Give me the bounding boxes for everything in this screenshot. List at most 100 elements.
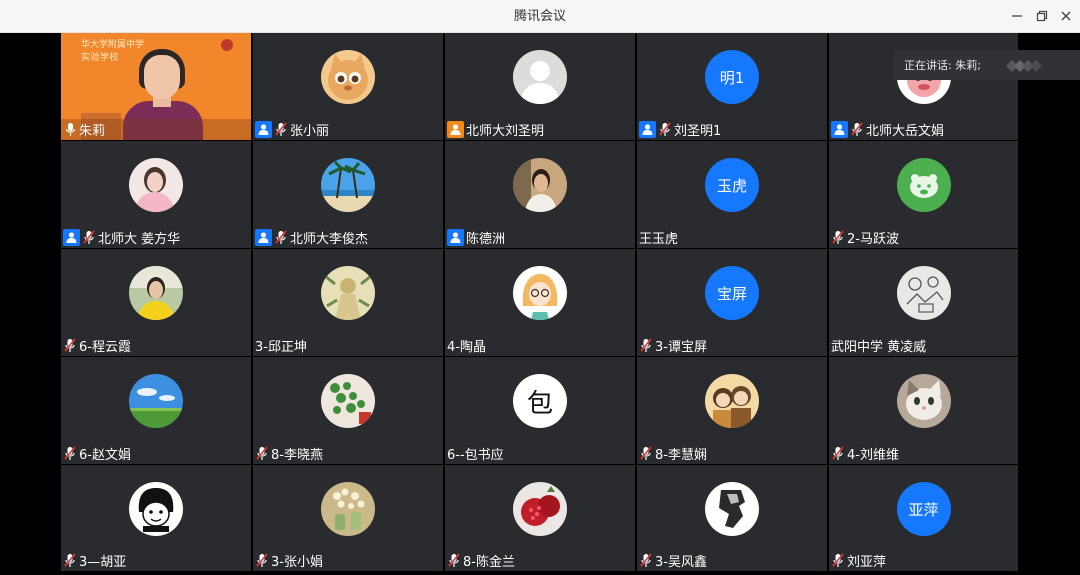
participant-name-bar: 陈德洲 xyxy=(445,227,635,248)
participant-name-bar: 2-马跃波 xyxy=(829,227,1018,248)
window-title: 腾讯会议 xyxy=(513,9,566,24)
participant-avatar xyxy=(513,158,567,212)
participant-tile[interactable]: 6-程云霞 xyxy=(61,249,251,356)
microphone-muted-icon xyxy=(639,446,653,462)
speaking-indicator: 正在讲话: 朱莉; xyxy=(894,50,1080,80)
participant-tile[interactable]: 张小丽 xyxy=(253,33,443,140)
participant-avatar xyxy=(129,266,183,320)
participant-tile[interactable]: 3—胡亚 xyxy=(61,465,251,571)
participant-name-bar: 8-李晓燕 xyxy=(253,443,443,464)
participant-tile[interactable]: 3-吴风鑫 xyxy=(637,465,827,571)
participant-name: 6-程云霞 xyxy=(79,340,131,355)
participant-tile[interactable]: 2-马跃波 xyxy=(829,141,1018,248)
participant-name: 3—胡亚 xyxy=(79,555,127,570)
title-bar: 腾讯会议 xyxy=(0,0,1080,33)
user-role-icon xyxy=(447,229,464,246)
participant-name: 王玉虎 xyxy=(639,232,679,247)
participant-tile[interactable]: 8-李慧娴 xyxy=(637,357,827,464)
close-icon[interactable] xyxy=(1055,6,1077,26)
participant-tile[interactable]: 明1 刘圣明1 xyxy=(637,33,827,140)
microphone-muted-icon xyxy=(63,446,77,462)
participant-name-bar: 4-刘维维 xyxy=(829,443,1018,464)
participant-name-bar: 刘亚萍 xyxy=(829,550,1018,571)
participant-avatar: 明1 xyxy=(705,50,759,104)
participant-tile[interactable]: 玉虎王玉虎 xyxy=(637,141,827,248)
minimize-icon[interactable] xyxy=(1006,6,1028,26)
user-role-icon xyxy=(63,229,80,246)
participant-avatar xyxy=(896,158,951,212)
microphone-muted-icon xyxy=(274,230,288,246)
participant-tile[interactable]: 包 6--包书应 xyxy=(445,357,635,464)
participant-name-bar: 8-李慧娴 xyxy=(637,443,827,464)
participant-name-bar: 3-邱正坤 xyxy=(253,335,443,356)
microphone-muted-icon xyxy=(255,446,269,462)
participant-name-bar: 北师大 姜方华 xyxy=(61,227,251,248)
participant-name: 3-谭宝屏 xyxy=(655,340,707,355)
participant-name: 3-邱正坤 xyxy=(255,340,307,355)
microphone-muted-icon xyxy=(63,338,77,354)
participant-avatar xyxy=(129,374,183,428)
participant-avatar xyxy=(896,266,951,320)
participant-tile[interactable]: 4-陶晶 xyxy=(445,249,635,356)
participant-avatar xyxy=(896,374,951,428)
participant-avatar xyxy=(129,158,183,212)
participant-name: 4-刘维维 xyxy=(847,448,899,463)
participant-name: 3-吴风鑫 xyxy=(655,555,707,570)
participant-name: 3-张小娟 xyxy=(271,555,323,570)
participant-avatar xyxy=(513,50,567,104)
avatar-initials: 亚萍 xyxy=(908,500,939,519)
participant-name: 6--包书应 xyxy=(447,448,504,463)
participant-avatar xyxy=(705,482,759,536)
avatar-initials: 玉虎 xyxy=(716,176,747,195)
participant-tile[interactable]: 6-赵文娟 xyxy=(61,357,251,464)
participant-tile[interactable]: 武阳中学 黄凌威 xyxy=(829,249,1018,356)
participant-tile[interactable]: 宝屏 3-谭宝屏 xyxy=(637,249,827,356)
participant-avatar xyxy=(321,482,375,536)
participant-name: 4-陶晶 xyxy=(447,340,486,355)
participant-name: 刘圣明1 xyxy=(674,124,722,139)
participant-name-bar: 刘圣明1 xyxy=(637,119,827,140)
participant-name-bar: 王玉虎 xyxy=(637,227,827,248)
microphone-muted-icon xyxy=(447,553,461,569)
participant-name-bar: 4-陶晶 xyxy=(445,335,635,356)
participant-name-bar: 北师大刘圣明 xyxy=(445,119,635,140)
participant-avatar xyxy=(513,482,567,536)
participant-name: 张小丽 xyxy=(290,124,330,139)
meeting-stage: 华大学附属中学 实验学校 朱莉 张小丽 北师大刘圣明 明1 刘圣明1 北师大岳文娟 北师大 姜方… xyxy=(0,33,1080,575)
microphone-muted-icon xyxy=(639,553,653,569)
participant-avatar xyxy=(513,266,567,320)
participant-name-bar: 3-谭宝屏 xyxy=(637,335,827,356)
participant-tile[interactable]: 北师大刘圣明 xyxy=(445,33,635,140)
school-logo xyxy=(221,39,233,51)
speaking-bars-icon xyxy=(1006,60,1042,72)
participant-avatar xyxy=(321,50,375,104)
microphone-muted-icon xyxy=(63,553,77,569)
participant-tile[interactable]: 4-刘维维 xyxy=(829,357,1018,464)
participant-name-bar: 3—胡亚 xyxy=(61,550,251,571)
microphone-muted-icon xyxy=(831,230,845,246)
participant-name: 朱莉 xyxy=(79,124,106,139)
participant-tile[interactable]: 3-邱正坤 xyxy=(253,249,443,356)
microphone-muted-icon xyxy=(255,553,269,569)
microphone-muted-icon xyxy=(82,230,96,246)
participant-tile[interactable]: 8-李晓燕 xyxy=(253,357,443,464)
participant-tile[interactable]: 亚萍 刘亚萍 xyxy=(829,465,1018,571)
avatar-initials: 宝屏 xyxy=(716,284,747,303)
participant-name-bar: 8-陈金兰 xyxy=(445,550,635,571)
participant-tile[interactable]: 北师大 姜方华 xyxy=(61,141,251,248)
participant-avatar xyxy=(129,482,183,536)
participant-name: 8-李晓燕 xyxy=(271,448,323,463)
participant-name: 8-陈金兰 xyxy=(463,555,515,570)
restore-icon[interactable] xyxy=(1031,6,1053,26)
participant-name: 北师大 姜方华 xyxy=(98,232,181,247)
participant-name-bar: 6-程云霞 xyxy=(61,335,251,356)
participant-name-bar: 3-吴风鑫 xyxy=(637,550,827,571)
participant-name-bar: 武阳中学 黄凌威 xyxy=(829,335,1018,356)
participant-tile[interactable]: 陈德洲 xyxy=(445,141,635,248)
participant-tile[interactable]: 3-张小娟 xyxy=(253,465,443,571)
participant-tile[interactable]: 华大学附属中学 实验学校 朱莉 xyxy=(61,33,251,140)
participant-avatar: 包 xyxy=(513,374,567,428)
participant-name-bar: 3-张小娟 xyxy=(253,550,443,571)
participant-tile[interactable]: 8-陈金兰 xyxy=(445,465,635,571)
participant-tile[interactable]: 北师大李俊杰 xyxy=(253,141,443,248)
